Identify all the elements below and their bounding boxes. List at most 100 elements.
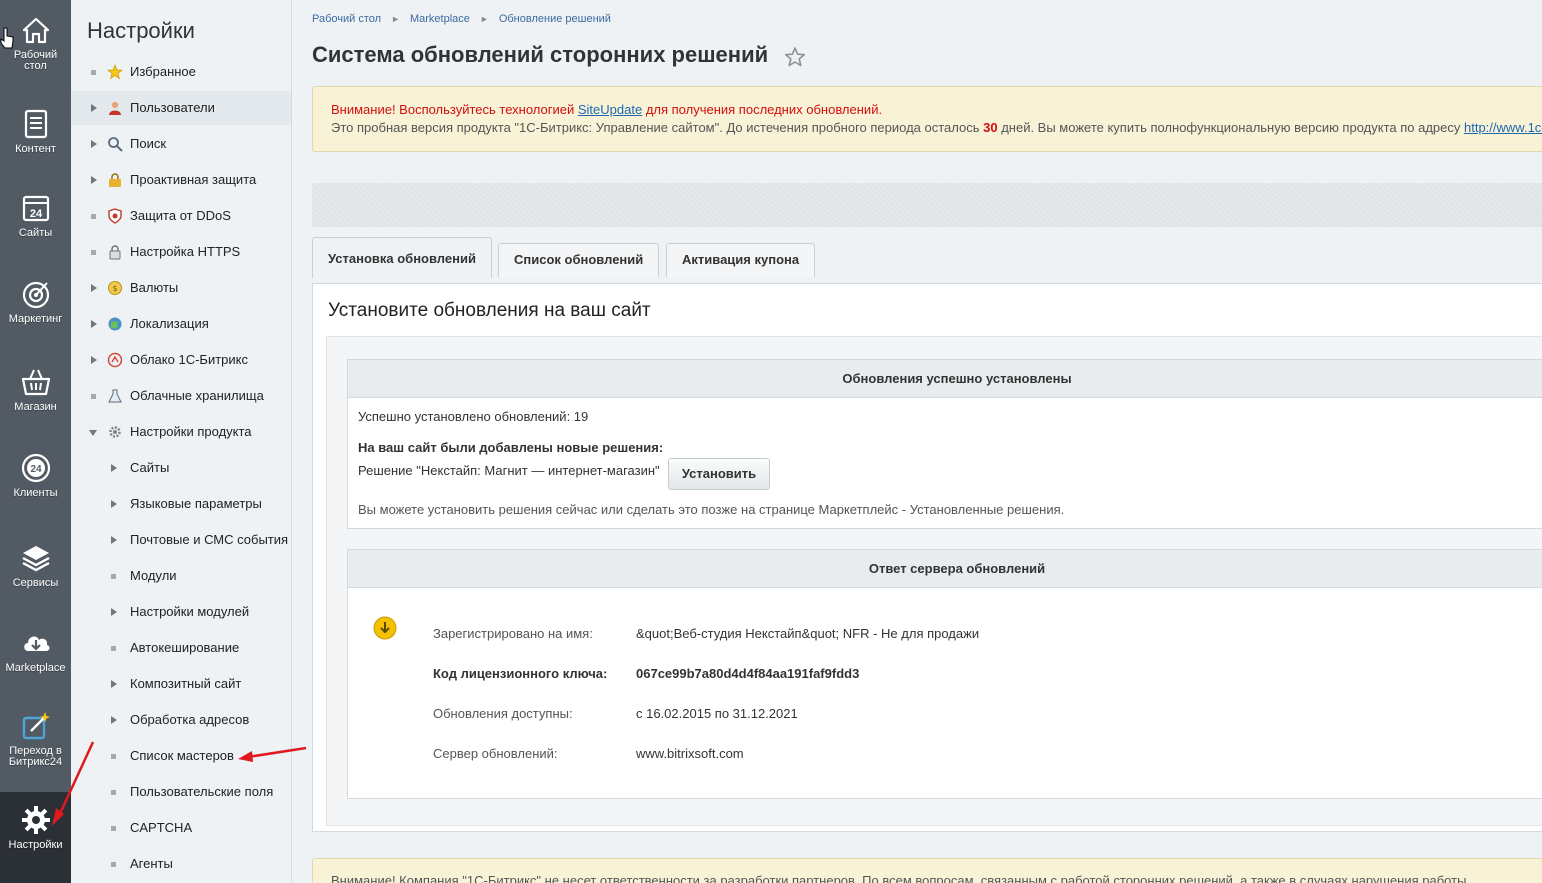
update-server-value: www.bitrixsoft.com — [636, 746, 744, 761]
menu-item[interactable]: Модули — [71, 559, 291, 593]
menu-item-label: Языковые параметры — [130, 496, 262, 511]
menu-item[interactable]: Языковые параметры — [71, 487, 291, 521]
menu-item[interactable]: Композитный сайт — [71, 667, 291, 701]
menu-item[interactable]: Локализация — [71, 307, 291, 341]
rail-label: Рабочий стол — [13, 49, 58, 72]
chevron-right-icon[interactable] — [111, 500, 117, 508]
menu-item[interactable]: Почтовые и СМС события — [71, 523, 291, 557]
rail-item-settings[interactable]: Настройки — [0, 792, 71, 883]
notice-text: Это пробная версия продукта "1С-Битрикс:… — [331, 120, 984, 135]
padlock-icon — [109, 245, 121, 260]
install-button[interactable]: Установить — [668, 458, 770, 490]
shield-icon — [108, 208, 122, 224]
chevron-down-icon[interactable] — [89, 430, 97, 436]
rail-item-bitrix24[interactable]: Переход в Битрикс24 — [0, 710, 71, 768]
tab-install-updates[interactable]: Установка обновлений — [312, 237, 492, 278]
chevron-right-icon[interactable] — [111, 680, 117, 688]
breadcrumb-separator-icon: ► — [479, 14, 489, 24]
rail-item-content[interactable]: Контент — [0, 108, 71, 155]
rail-label: Маркетинг — [8, 313, 63, 325]
success-box: Обновления успешно установлены Успешно у… — [347, 359, 1542, 529]
menu-item[interactable]: Настройки продукта — [71, 415, 291, 449]
main-area: Рабочий стол ► Marketplace ► Обновление реше… — [292, 0, 1542, 883]
rail-label: Клиенты — [13, 487, 58, 499]
bullet-icon — [111, 790, 116, 795]
menu-item-label: Валюты — [130, 280, 179, 295]
tab-updates-list[interactable]: Список обновлений — [498, 243, 660, 277]
chevron-right-icon[interactable] — [91, 320, 97, 328]
menu-item[interactable]: CAPTCHA — [71, 811, 291, 845]
favorite-star-icon[interactable] — [784, 46, 806, 68]
breadcrumb-item-current[interactable]: Обновление решений — [499, 13, 611, 25]
menu-item-label: Модули — [130, 568, 177, 583]
siteupdate-link[interactable]: SiteUpdate — [578, 102, 642, 117]
menu-item-label: Почтовые и СМС события — [130, 532, 289, 547]
chevron-right-icon[interactable] — [91, 356, 97, 364]
rail-item-services[interactable]: Сервисы — [0, 542, 71, 589]
notice-line-2: Это пробная версия продукта "1С-Битрикс:… — [331, 119, 1542, 137]
menu-item[interactable]: Пользователи — [71, 91, 291, 125]
content-inner: Обновления успешно установлены Успешно у… — [326, 336, 1542, 826]
buy-link[interactable]: http://www.1c-bitrix.ru — [1464, 120, 1542, 135]
menu-item-label: Автокеширование — [130, 640, 240, 655]
tab-coupon-activation[interactable]: Активация купона — [666, 243, 816, 277]
menu-item[interactable]: Облачные хранилища — [71, 379, 291, 413]
chevron-right-icon[interactable] — [111, 716, 117, 724]
server-box-header: Ответ сервера обновлений — [348, 550, 1542, 588]
toolbar-strip — [312, 183, 1542, 227]
content-title: Установите обновления на ваш сайт — [328, 300, 651, 321]
chevron-right-icon[interactable] — [91, 140, 97, 148]
updates-available-value: с 16.02.2015 по 31.12.2021 — [636, 706, 798, 721]
menu-item[interactable]: $ Валюты — [71, 271, 291, 305]
trial-days: 30 — [983, 120, 998, 135]
menu-item-label: Агенты — [130, 856, 173, 871]
notice-text: дней. Вы можете купить полнофункциональн… — [997, 120, 1464, 135]
menu-item[interactable]: Пользовательские поля — [71, 775, 291, 809]
menu-item[interactable]: Агенты — [71, 847, 291, 881]
chevron-right-icon[interactable] — [91, 104, 97, 112]
menu-item[interactable]: Список мастеров — [71, 739, 291, 773]
cloud-download-icon — [23, 636, 50, 651]
bullet-icon — [91, 70, 96, 75]
menu-item[interactable]: Защита от DDoS — [71, 199, 291, 233]
gear-small-icon — [109, 426, 121, 438]
chevron-right-icon[interactable] — [91, 284, 97, 292]
chevron-right-icon[interactable] — [111, 536, 117, 544]
clients-number: 24 — [30, 464, 42, 475]
page-title: Система обновлений сторонних решений — [312, 42, 769, 67]
chevron-right-icon[interactable] — [111, 464, 117, 472]
rail-label: Переход в Битрикс24 — [8, 745, 63, 768]
menu-item-label: Обработка адресов — [130, 712, 250, 727]
breadcrumb-item-desktop[interactable]: Рабочий стол — [312, 13, 381, 25]
menu-item[interactable]: Избранное — [71, 55, 291, 89]
breadcrumb-item-marketplace[interactable]: Marketplace — [410, 13, 470, 25]
menu-item[interactable]: Настройка HTTPS — [71, 235, 291, 269]
breadcrumb-separator-icon: ► — [391, 14, 400, 24]
menu-item-label: CAPTCHA — [130, 820, 193, 835]
clients-24-icon: 24 — [21, 453, 50, 483]
menu-item[interactable]: Облако 1С-Битрикс — [71, 343, 291, 377]
rail-item-marketplace[interactable]: Marketplace — [0, 627, 71, 674]
cloud-icon — [107, 352, 123, 368]
menu-item[interactable]: Обработка адресов — [71, 703, 291, 737]
menu-item[interactable]: Поиск — [71, 127, 291, 161]
chevron-right-icon[interactable] — [111, 608, 117, 616]
menu-item[interactable]: Проактивная защита — [71, 163, 291, 197]
bullet-icon — [91, 394, 96, 399]
rail-label: Сервисы — [12, 577, 59, 589]
rail-item-sites[interactable]: 24 Сайты — [0, 192, 71, 239]
rail-label: Магазин — [14, 401, 57, 413]
menu-item[interactable]: Настройки модулей — [71, 595, 291, 629]
menu-item[interactable]: Автокеширование — [71, 631, 291, 665]
left-rail: Рабочий стол Контент 24 Сайты Маркетинг … — [0, 0, 71, 883]
rail-item-marketing[interactable]: Маркетинг — [0, 278, 71, 325]
updates-available-label: Обновления доступны: — [433, 706, 573, 721]
menu-item-label: Пользовательские поля — [130, 784, 274, 799]
rail-item-shop[interactable]: Магазин — [0, 366, 71, 413]
bullet-icon — [91, 214, 96, 219]
menu-item-label: Сайты — [130, 460, 170, 475]
chevron-right-icon[interactable] — [91, 176, 97, 184]
menu-item[interactable]: Сайты — [71, 451, 291, 485]
coin-icon: $ — [108, 281, 122, 295]
rail-item-clients[interactable]: 24 Клиенты — [0, 452, 71, 499]
